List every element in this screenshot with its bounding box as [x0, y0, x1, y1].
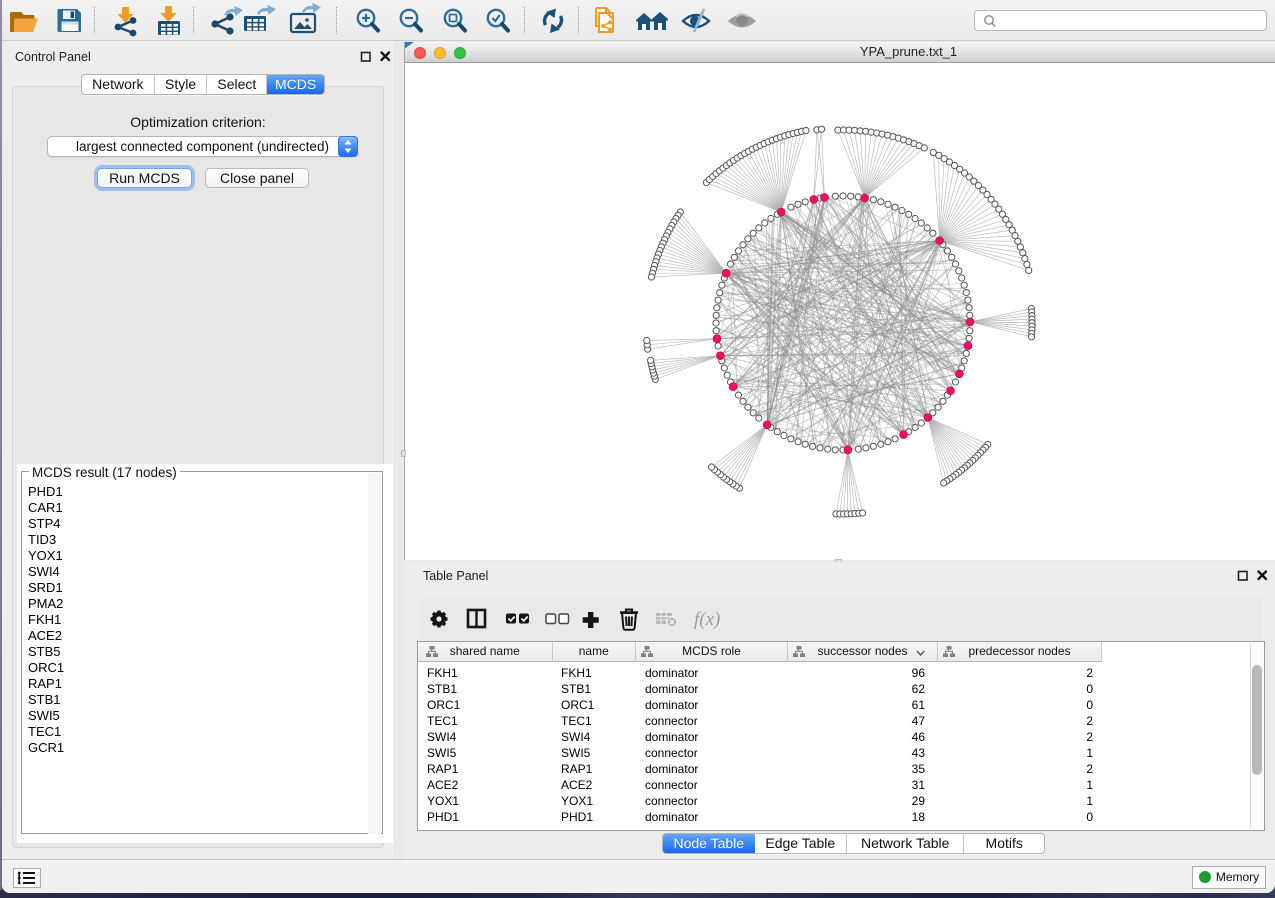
svg-text:f(x): f(x)	[694, 609, 720, 630]
